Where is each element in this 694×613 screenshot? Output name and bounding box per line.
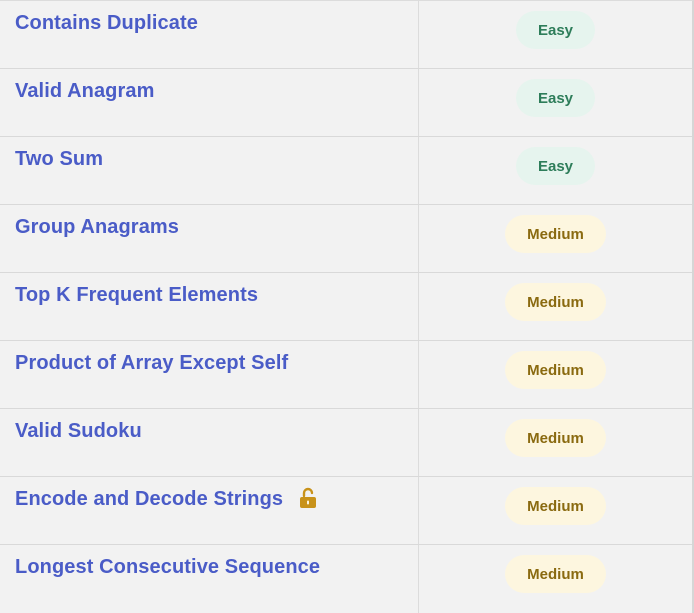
difficulty-cell: Medium [419,409,692,476]
difficulty-cell: Easy [419,137,692,204]
table-row: Product of Array Except Self Medium [0,341,692,409]
problem-link[interactable]: Product of Array Except Self [15,353,288,373]
table-row: Encode and Decode Strings Medium [0,477,692,545]
problem-name-cell: Top K Frequent Elements [0,273,419,340]
table-row: Contains Duplicate Easy [0,1,692,69]
problem-name-cell: Contains Duplicate [0,1,419,68]
problem-link[interactable]: Valid Sudoku [15,421,142,441]
difficulty-cell: Easy [419,69,692,136]
problem-name-cell: Longest Consecutive Sequence [0,545,419,613]
table-row: Longest Consecutive Sequence Medium [0,545,692,613]
problem-link[interactable]: Group Anagrams [15,217,179,237]
difficulty-cell: Medium [419,341,692,408]
problem-link[interactable]: Contains Duplicate [15,13,198,33]
problem-link[interactable]: Two Sum [15,149,103,169]
difficulty-cell: Easy [419,1,692,68]
problem-name-cell: Valid Sudoku [0,409,419,476]
problem-name-cell: Group Anagrams [0,205,419,272]
difficulty-badge: Easy [515,79,596,117]
difficulty-badge: Medium [505,487,606,525]
difficulty-badge: Easy [515,11,596,49]
problem-link[interactable]: Longest Consecutive Sequence [15,557,320,577]
difficulty-cell: Medium [419,477,692,544]
difficulty-badge: Medium [505,555,606,593]
difficulty-badge: Medium [505,215,606,253]
table-row: Two Sum Easy [0,137,692,205]
problem-name-cell: Product of Array Except Self [0,341,419,408]
table-row: Top K Frequent Elements Medium [0,273,692,341]
problem-link[interactable]: Valid Anagram [15,81,155,101]
problem-link[interactable]: Encode and Decode Strings [15,489,283,509]
difficulty-cell: Medium [419,545,692,613]
table-row: Valid Sudoku Medium [0,409,692,477]
table-row: Group Anagrams Medium [0,205,692,273]
difficulty-cell: Medium [419,273,692,340]
difficulty-badge: Medium [505,351,606,389]
problem-name-cell: Two Sum [0,137,419,204]
difficulty-badge: Medium [505,419,606,457]
difficulty-badge: Medium [505,283,606,321]
difficulty-cell: Medium [419,205,692,272]
problem-link[interactable]: Top K Frequent Elements [15,285,258,305]
problems-table: Contains Duplicate Easy Valid Anagram Ea… [0,0,694,613]
difficulty-badge: Easy [515,147,596,185]
unlocked-padlock-icon [299,487,317,514]
problem-name-cell: Encode and Decode Strings [0,477,419,544]
table-row: Valid Anagram Easy [0,69,692,137]
problem-name-cell: Valid Anagram [0,69,419,136]
